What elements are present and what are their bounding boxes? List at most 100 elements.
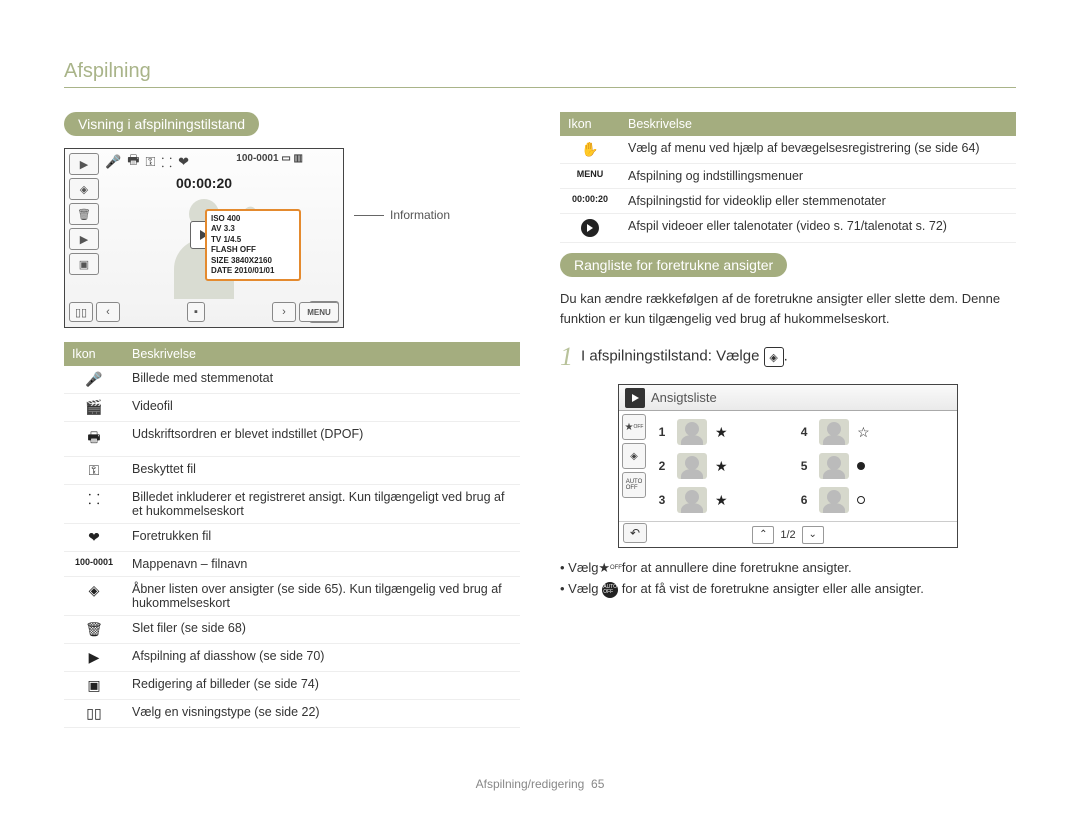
- hint-item: Vælg ★OFF for at annullere dine foretruk…: [560, 558, 1016, 579]
- table-row: 🎤 Billede med stemmenotat: [64, 366, 520, 394]
- star-off-button: ★OFF: [622, 414, 646, 440]
- auto-off-icon: AUTOOFF: [602, 582, 618, 598]
- face-list-item: 2★: [655, 449, 797, 483]
- page-title: Afspilning: [64, 60, 1016, 88]
- favorite-file-icon: ❤: [64, 524, 124, 552]
- folder-filename: 100-0001 ▭ ▥: [236, 153, 303, 164]
- row-desc: Foretrukken fil: [124, 524, 520, 552]
- row-desc: Beskyttet fil: [124, 457, 520, 485]
- next-icon: ›: [272, 302, 296, 322]
- table-row: ▣ Redigering af billeder (se side 74): [64, 672, 520, 700]
- table-row: ⚿ Beskyttet fil: [64, 457, 520, 485]
- favorite-star-outline-icon: ☆: [857, 424, 870, 441]
- table-row: MENU Afspilning og indstillingsmenuer: [560, 164, 1016, 189]
- exif-info-box: ISO 400 AV 3.3 TV 1/4.5 FLASH OFF SIZE 3…: [205, 209, 301, 281]
- delete-files-icon: 🗑: [64, 616, 124, 644]
- face-list-item: 5: [797, 449, 939, 483]
- print-status-icon: 🖶: [127, 151, 139, 173]
- face-list-item: 6: [797, 483, 939, 517]
- back-button: ↶: [623, 523, 647, 543]
- left-column: Visning i afspilningstilstand ▶ ◈ 🗑 ▶ ▣ …: [64, 112, 520, 738]
- row-desc: Afspilning af diasshow (se side 70): [124, 644, 520, 672]
- menu-label-icon: MENU: [560, 164, 620, 189]
- step-text: I afspilningstilstand: Vælge: [581, 348, 759, 365]
- row-desc: Afspilning og indstillingsmenuer: [620, 164, 1016, 189]
- icon-description-table-left: Ikon Beskrivelse 🎤 Billede med stemmenot…: [64, 342, 520, 728]
- table-header-icon: Ikon: [64, 342, 124, 366]
- face-list-item: 4☆: [797, 415, 939, 449]
- marker-dot-outline-icon: [857, 496, 865, 504]
- playback-time-icon: 00:00:20: [560, 189, 620, 214]
- table-row: ▶ Afspilning af diasshow (se side 70): [64, 644, 520, 672]
- prev-icon: ‹: [96, 302, 120, 322]
- page-footer: Afspilning/redigering 65: [0, 777, 1080, 791]
- table-header-desc: Beskrivelse: [620, 112, 1016, 136]
- folder-filename-label: 100-0001: [64, 552, 124, 577]
- face-list-icon: ◈: [64, 577, 124, 616]
- face-thumbnail: [677, 487, 707, 513]
- row-desc: Slet filer (se side 68): [124, 616, 520, 644]
- fav-status-icon: ❤: [178, 154, 189, 170]
- row-desc: Redigering af billeder (se side 74): [124, 672, 520, 700]
- table-row: 🎬 Videofil: [64, 394, 520, 422]
- section-title-left: Visning i afspilningstilstand: [64, 112, 259, 136]
- lock-status-icon: ⚿: [145, 154, 155, 170]
- table-header-icon: Ikon: [560, 112, 620, 136]
- page-indicator: 1/2: [780, 529, 795, 541]
- face-thumbnail: [819, 419, 849, 445]
- table-row: ❤ Foretrukken fil: [64, 524, 520, 552]
- favorite-star-icon: ★: [715, 492, 728, 509]
- star-off-icon: ★OFF: [602, 561, 618, 577]
- table-row: 100-0001 Mappenavn – filnavn: [64, 552, 520, 577]
- table-row: Afspil videoer eller talenotater (video …: [560, 214, 1016, 243]
- edit-images-icon: ▣: [64, 672, 124, 700]
- face-list-item: 1★: [655, 415, 797, 449]
- motion-menu-icon: ✋: [560, 136, 620, 164]
- face-registered-icon: ⸬: [64, 485, 124, 524]
- row-desc: Vælg af menu ved hjælp af bevægelsesregi…: [620, 136, 1016, 164]
- face-status-icon: ⸬: [161, 153, 172, 171]
- playback-time: 00:00:20: [65, 175, 343, 191]
- table-row: ▯▯ Vælg en visningstype (se side 22): [64, 700, 520, 728]
- voice-status-icon: 🎤: [105, 154, 121, 170]
- table-row: 00:00:20 Afspilningstid for videoklip el…: [560, 189, 1016, 214]
- table-header-desc: Beskrivelse: [124, 342, 520, 366]
- edit-shortcut-icon: ▣: [69, 253, 99, 275]
- table-row: 🗑 Slet filer (se side 68): [64, 616, 520, 644]
- slideshow-shortcut-icon: ▶: [69, 228, 99, 250]
- playback-mode-icon: ▶: [69, 153, 99, 175]
- right-column: Ikon Beskrivelse ✋ Vælg af menu ved hjæl…: [560, 112, 1016, 738]
- row-desc: Billede med stemmenotat: [124, 366, 520, 394]
- face-thumbnail: [819, 453, 849, 479]
- playback-badge-icon: [625, 388, 645, 408]
- face-filter-button: ◈: [622, 443, 646, 469]
- face-thumbnail: [819, 487, 849, 513]
- face-thumbnail: [677, 453, 707, 479]
- video-file-icon: 🎬: [64, 394, 124, 422]
- lock-icon: ⚿: [64, 457, 124, 485]
- table-row: ◈ Åbner listen over ansigter (se side 65…: [64, 577, 520, 616]
- page-up-icon: ⌃: [752, 526, 774, 544]
- row-desc: Videofil: [124, 394, 520, 422]
- row-desc: Mappenavn – filnavn: [124, 552, 520, 577]
- face-thumbnail: [677, 419, 707, 445]
- icon-description-table-right: Ikon Beskrivelse ✋ Vælg af menu ved hjæl…: [560, 112, 1016, 243]
- row-desc: Afspil videoer eller talenotater (video …: [620, 214, 1016, 243]
- table-row: 🖶 Udskriftsordren er blevet indstillet (…: [64, 422, 520, 457]
- display-type-icon: ▯▯: [64, 700, 124, 728]
- row-desc: Åbner listen over ansigter (se side 65).…: [124, 577, 520, 616]
- row-desc: Afspilningstid for videoklip eller stemm…: [620, 189, 1016, 214]
- info-callout: Information: [354, 208, 450, 222]
- face-list-select-icon: ◈: [764, 347, 784, 367]
- hint-item: Vælg AUTOOFF for at få vist de foretrukn…: [560, 579, 1016, 600]
- favorite-star-icon: ★: [715, 458, 728, 475]
- section-body: Du kan ændre rækkefølgen af de foretrukn…: [560, 289, 1016, 328]
- page-down-icon: ⌄: [802, 526, 824, 544]
- section-title-right: Rangliste for foretrukne ansigter: [560, 253, 787, 277]
- row-desc: Udskriftsordren er blevet indstillet (DP…: [124, 422, 520, 457]
- display-type-shortcut-icon: ▯▯: [69, 302, 93, 322]
- menu-button: MENU: [299, 302, 339, 322]
- camera-preview: ▶ ◈ 🗑 ▶ ▣ 🎤 🖶 ⚿ ⸬ ❤ 100-0001 ▭ ▥ 00:00:2…: [64, 148, 344, 328]
- print-order-icon: 🖶: [64, 422, 124, 457]
- delete-icon: 🗑: [69, 203, 99, 225]
